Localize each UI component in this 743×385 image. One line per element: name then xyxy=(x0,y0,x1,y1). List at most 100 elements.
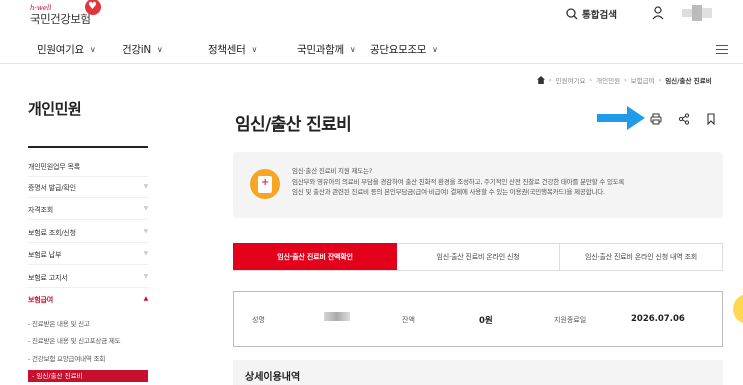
main-nav: 민원여기요 ∨ 건강iN ∨ 정책센터 ∨ 국민과함께 ∨ 공단요모조모 ∨ xyxy=(0,34,743,64)
nav-label: 정책센터 xyxy=(208,44,246,56)
name-value-masked xyxy=(324,312,350,321)
sidebar-title: 개인민원 xyxy=(28,100,82,118)
info-line: 임신·출산 진료비 지원 제도는? xyxy=(292,167,373,175)
bookmark-button[interactable] xyxy=(700,108,722,130)
tab-balance-check[interactable]: 임신·출산 진료비 잔액확인 xyxy=(233,243,397,270)
sidebar-subitem[interactable]: - 진료받은 내용 및 신고 xyxy=(28,318,90,328)
divider xyxy=(28,176,148,177)
balance-label: 잔액 xyxy=(402,316,415,324)
tab-online-apply[interactable]: 임신·출산 진료비 온라인 신청 xyxy=(397,243,560,270)
chevron-down-icon: ∨ xyxy=(349,45,356,54)
info-line: 임신 및 출산과 관련된 진료비 등의 본인부담금(급여·비급여) 결제에 사용… xyxy=(292,188,605,196)
sidebar-item-label: 자격조회 xyxy=(28,206,53,214)
chevron-down-icon: ∨ xyxy=(251,45,258,54)
breadcrumb: › 민원여기요 › 개인민원 › 보험급여 › 임신/출산 진료비 xyxy=(537,75,712,85)
nav-label: 국민과함께 xyxy=(297,44,344,56)
breadcrumb-separator: › xyxy=(549,76,552,84)
sidebar-item-premium-bill[interactable]: 보험료 고지서 ▼ xyxy=(28,273,148,283)
divider xyxy=(28,242,148,243)
sidebar-subitem[interactable]: - 진료받은 내용 및 신고포상금 제도 xyxy=(28,335,121,345)
nav-item-policy[interactable]: 정책센터 ∨ xyxy=(208,42,257,57)
sidebar-item-benefits[interactable]: 보험급여 ▲ xyxy=(28,295,148,305)
balance-result-box: 성명 잔액 0원 지원종료일 2026.07.06 xyxy=(233,291,723,347)
breadcrumb-current: 임신/출산 진료비 xyxy=(665,77,712,85)
end-date-value: 2026.07.06 xyxy=(631,314,685,324)
divider xyxy=(28,287,148,288)
chevron-down-icon: ▼ xyxy=(143,228,149,235)
tab-apply-history[interactable]: 임신·출산 진료비 온라인 신청 내역 조회 xyxy=(560,243,723,270)
logo-tagline: h-well xyxy=(30,4,52,12)
sidebar-item-certificate[interactable]: 증명서 발급/확인 ▼ xyxy=(28,183,148,193)
unified-search-button[interactable]: 통합검색 xyxy=(566,7,617,21)
chevron-up-icon: ▲ xyxy=(143,295,149,302)
name-label: 성명 xyxy=(252,316,265,324)
home-icon[interactable] xyxy=(537,76,545,84)
divider xyxy=(28,219,148,220)
nav-item-about[interactable]: 공단요모조모 ∨ xyxy=(370,42,438,57)
balance-value: 0원 xyxy=(479,316,493,326)
sidebar-divider xyxy=(28,146,148,148)
heart-icon xyxy=(85,0,101,15)
nav-label: 민원여기요 xyxy=(37,44,84,56)
info-text: 임신·출산 진료비 지원 제도는? 임산부와 영유아의 의료비 부담을 경감하여… xyxy=(292,166,717,198)
sidebar-item-label: 보험료 납부 xyxy=(28,251,62,259)
info-line: 임산부와 영유아의 의료비 부담을 경감하여 출산 친화적 환경을 조성하고, … xyxy=(292,177,625,186)
breadcrumb-item[interactable]: 민원여기요 xyxy=(556,75,586,85)
breadcrumb-item[interactable]: 개인민원 xyxy=(596,75,620,85)
nav-item-health-in[interactable]: 건강iN ∨ xyxy=(122,42,163,57)
sidebar-item-premium-payment[interactable]: 보험료 납부 ▼ xyxy=(28,250,148,260)
breadcrumb-item[interactable]: 보험급여 xyxy=(631,75,655,85)
sidebar-subitem-label: 진료받은 내용 및 신고포상금 제도 xyxy=(32,337,121,345)
nav-label: 건강iN xyxy=(122,44,151,56)
arrow-pointer-icon xyxy=(597,106,645,130)
chevron-down-icon: ▼ xyxy=(143,205,149,212)
nav-item-minwon[interactable]: 민원여기요 ∨ xyxy=(37,42,96,57)
nav-item-together[interactable]: 국민과함께 ∨ xyxy=(297,42,356,57)
sidebar-item-premium-inquiry[interactable]: 보험료 조회/신청 ▼ xyxy=(28,228,148,238)
print-icon xyxy=(650,113,662,125)
chevron-down-icon: ∨ xyxy=(89,45,96,54)
breadcrumb-separator: › xyxy=(589,76,593,84)
sidebar-item-list[interactable]: 개인민원업무 목록 xyxy=(28,162,148,172)
sidebar-subitem-label: 진료받은 내용 및 신고 xyxy=(32,320,90,328)
sidebar-item-label: 보험급여 xyxy=(28,296,53,304)
sidebar-item-label: 개인민원업무 목록 xyxy=(28,163,80,171)
divider xyxy=(28,197,148,198)
sidebar-subitem[interactable]: - 건강보험 요양급여내역 조회 xyxy=(28,353,105,363)
sidebar-subitem-label: 임신/출산 진료비 xyxy=(36,372,83,380)
user-icon[interactable] xyxy=(652,6,664,20)
info-box: 임신·출산 진료비 지원 제도는? 임산부와 영유아의 의료비 부담을 경감하여… xyxy=(233,152,723,218)
logo[interactable]: h-well 국민건강보험 xyxy=(30,0,101,26)
sidebar: 개인민원 개인민원업무 목록 증명서 발급/확인 ▼ 자격조회 ▼ 보험료 조회/신… xyxy=(28,98,148,382)
chevron-down-icon: ∨ xyxy=(432,45,438,54)
detail-section: 상세이용내역 xyxy=(233,360,723,385)
unified-search-label: 통합검색 xyxy=(582,10,617,21)
sidebar-item-label: 보험료 고지서 xyxy=(28,274,68,282)
end-date-label: 지원종료일 xyxy=(554,316,587,324)
share-icon xyxy=(678,113,690,125)
sidebar-item-label: 증명서 발급/확인 xyxy=(28,184,76,192)
chevron-down-icon: ∨ xyxy=(156,45,163,54)
sidebar-item-label: 보험료 조회/신청 xyxy=(28,229,76,237)
top-bar: h-well 국민건강보험 통합검색 xyxy=(0,0,743,31)
chevron-down-icon: ▼ xyxy=(143,250,149,257)
breadcrumb-separator: › xyxy=(658,76,662,84)
search-icon xyxy=(566,8,578,20)
detail-title: 상세이용내역 xyxy=(245,372,301,383)
chevron-down-icon: ▼ xyxy=(143,273,149,280)
print-button[interactable] xyxy=(645,108,667,130)
share-button[interactable] xyxy=(673,108,695,130)
floating-chat-button[interactable] xyxy=(733,294,743,324)
nav-label: 공단요모조모 xyxy=(370,44,427,56)
avatar[interactable] xyxy=(682,5,712,21)
tab-bar: 임신·출산 진료비 잔액확인 임신·출산 진료비 온라인 신청 임신·출산 진료… xyxy=(233,243,723,271)
medical-document-icon xyxy=(250,169,280,199)
chevron-down-icon: ▼ xyxy=(143,183,149,190)
page-title: 임신/출산 진료비 xyxy=(235,115,352,135)
sidebar-subitem-active[interactable]: - 임신/출산 진료비 xyxy=(28,370,148,382)
menu-icon[interactable] xyxy=(716,45,728,54)
bookmark-icon xyxy=(707,113,715,125)
logo-name: 국민건강보험 xyxy=(30,12,91,26)
sidebar-item-qualification[interactable]: 자격조회 ▼ xyxy=(28,205,148,215)
breadcrumb-separator: › xyxy=(624,76,627,84)
